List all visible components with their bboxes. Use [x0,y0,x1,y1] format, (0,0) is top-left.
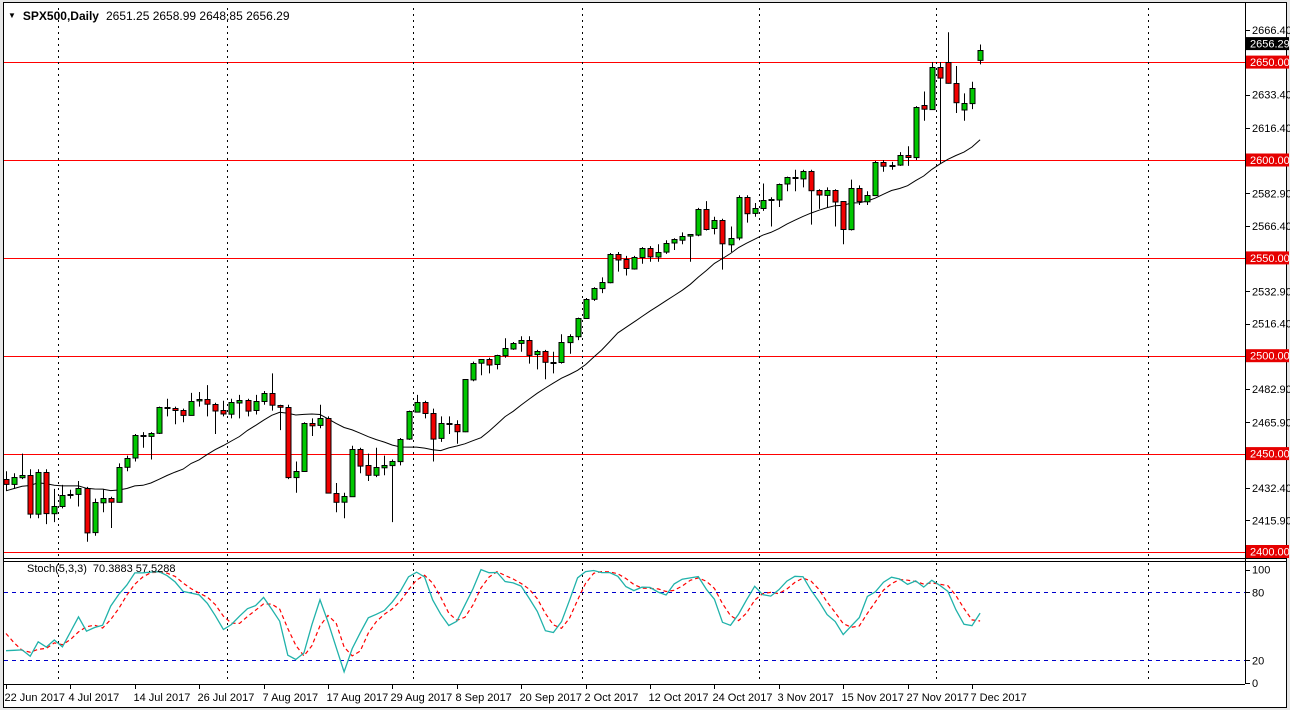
svg-text:100: 100 [1252,565,1270,577]
svg-text:4 Jul 2017: 4 Jul 2017 [69,692,120,704]
svg-text:2415.90: 2415.90 [1252,515,1290,527]
svg-text:29 Aug 2017: 29 Aug 2017 [391,692,453,704]
chart-title[interactable]: ▼ SPX500,Daily 2651.25 2658.99 2648.85 2… [8,9,290,23]
svg-text:2616.40: 2616.40 [1252,123,1290,135]
svg-text:22 Jun 2017: 22 Jun 2017 [5,692,66,704]
svg-text:20: 20 [1252,655,1264,667]
svg-text:2633.40: 2633.40 [1252,90,1290,102]
svg-text:20 Sep 2017: 20 Sep 2017 [520,692,582,704]
svg-text:2 Oct 2017: 2 Oct 2017 [585,692,639,704]
svg-text:7 Dec 2017: 7 Dec 2017 [971,692,1027,704]
svg-text:26 Jul 2017: 26 Jul 2017 [198,692,255,704]
chart-ohlc-values: 2651.25 2658.99 2648.85 2656.29 [105,9,290,23]
svg-text:14 Jul 2017: 14 Jul 2017 [134,692,191,704]
price-chart-canvas[interactable]: 2666.40 2656.29 2650.00 2633.40 2616.40 2600.… [0,0,1290,710]
svg-text:2650.00: 2650.00 [1250,57,1290,69]
svg-text:17 Aug 2017: 17 Aug 2017 [327,692,389,704]
svg-text:24 Oct 2017: 24 Oct 2017 [713,692,773,704]
indicator-name: Stoch(5,3,3) [27,563,87,575]
svg-text:2450.00: 2450.00 [1250,449,1290,461]
svg-text:2482.90: 2482.90 [1252,384,1290,396]
symbol-dropdown-icon[interactable]: ▼ [8,10,16,22]
svg-text:2666.40: 2666.40 [1252,25,1290,37]
svg-text:2550.00: 2550.00 [1250,253,1290,265]
svg-text:2465.90: 2465.90 [1252,418,1290,430]
svg-text:2582.90: 2582.90 [1252,189,1290,201]
svg-text:2500.00: 2500.00 [1250,351,1290,363]
svg-text:2400.00: 2400.00 [1250,547,1290,559]
svg-text:7 Aug 2017: 7 Aug 2017 [263,692,319,704]
svg-text:2566.40: 2566.40 [1252,221,1290,233]
svg-text:2532.90: 2532.90 [1252,286,1290,298]
chart-symbol-period: SPX500,Daily [22,9,99,23]
svg-text:2516.40: 2516.40 [1252,319,1290,331]
svg-text:3 Nov 2017: 3 Nov 2017 [778,692,834,704]
svg-text:2656.29: 2656.29 [1250,39,1290,51]
svg-text:80: 80 [1252,587,1264,599]
svg-text:15 Nov 2017: 15 Nov 2017 [842,692,904,704]
indicator-values: 70.3883 57.5288 [92,563,176,575]
indicator-label: Stoch(5,3,3) 70.3883 57.5288 [27,563,176,575]
chart-window: 2666.40 2656.29 2650.00 2633.40 2616.40 2600.… [0,0,1290,710]
svg-text:2432.40: 2432.40 [1252,483,1290,495]
svg-text:12 Oct 2017: 12 Oct 2017 [649,692,709,704]
svg-text:27 Nov 2017: 27 Nov 2017 [907,692,969,704]
svg-text:0: 0 [1252,678,1258,690]
svg-text:2600.00: 2600.00 [1250,155,1290,167]
svg-text:8 Sep 2017: 8 Sep 2017 [456,692,512,704]
